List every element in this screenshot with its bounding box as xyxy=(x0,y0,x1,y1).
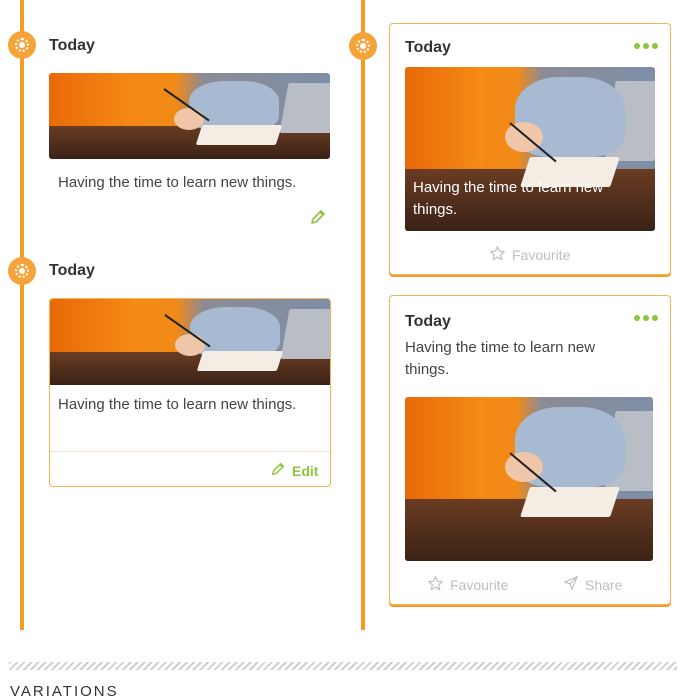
photo-caption: Having the time to learn new things. xyxy=(413,179,604,218)
pencil-icon xyxy=(270,461,286,480)
edit-button[interactable]: Edit xyxy=(270,461,318,480)
more-options-icon[interactable] xyxy=(634,315,658,321)
post-card: Today Having the time to learn new thing… xyxy=(389,23,671,275)
entry-text: Having the time to learn new things. xyxy=(58,396,297,413)
favourite-button[interactable]: Favourite xyxy=(489,245,570,265)
card-title: Today xyxy=(405,313,451,330)
edit-label: Edit xyxy=(292,462,319,479)
section-divider xyxy=(9,662,677,670)
card-title: Today xyxy=(405,39,451,56)
entry-text: Having the time to learn new things. xyxy=(58,174,297,191)
card-photo: Having the time to learn new things. xyxy=(405,67,655,231)
entry-title: Today xyxy=(49,37,95,54)
pencil-icon[interactable] xyxy=(309,208,327,226)
favourite-label: Favourite xyxy=(512,247,571,263)
timeline-dot-icon xyxy=(349,32,377,60)
timeline-dot-icon xyxy=(8,31,36,59)
timeline-dot-icon xyxy=(8,257,36,285)
left-timeline-line xyxy=(20,0,24,630)
entry-title: Today xyxy=(49,262,95,279)
card-text: Having the time to learn new things. xyxy=(405,339,596,378)
entry-card: Having the time to learn new things. Edi… xyxy=(49,298,331,487)
share-button[interactable]: Share xyxy=(563,575,622,594)
card-photo xyxy=(405,397,653,561)
entry-photo xyxy=(50,299,330,385)
post-card: Today Having the time to learn new thing… xyxy=(389,295,671,605)
section-label: VARIATIONS xyxy=(10,683,119,700)
send-icon xyxy=(563,575,579,594)
favourite-label: Favourite xyxy=(450,577,509,593)
right-timeline-line xyxy=(361,0,365,630)
share-label: Share xyxy=(585,576,623,593)
more-options-icon[interactable] xyxy=(634,43,658,49)
star-icon xyxy=(489,245,506,265)
favourite-button[interactable]: Favourite xyxy=(427,575,508,595)
entry-photo xyxy=(49,73,330,159)
star-icon xyxy=(427,575,444,595)
card-divider xyxy=(50,451,330,452)
